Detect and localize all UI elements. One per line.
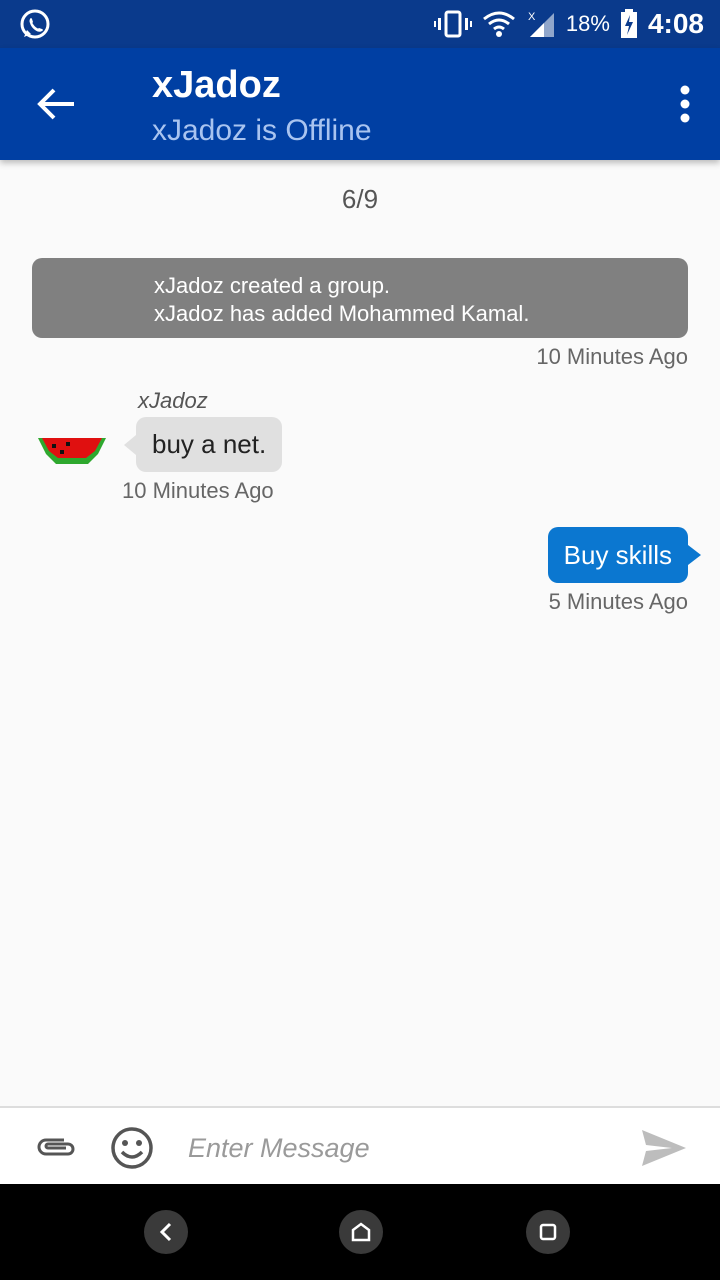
battery-charging-icon bbox=[620, 9, 637, 38]
system-message-line: xJadoz has added Mohammed Kamal. bbox=[154, 301, 530, 326]
incoming-message-time: 10 Minutes Ago bbox=[122, 478, 274, 503]
nav-home-icon bbox=[351, 1222, 371, 1242]
status-bar: X 18% 4:08 bbox=[0, 0, 720, 48]
whatsapp-icon bbox=[20, 9, 50, 39]
send-icon[interactable] bbox=[642, 1130, 686, 1166]
battery-percent: 18% bbox=[565, 11, 610, 36]
system-message-line: xJadoz created a group. bbox=[154, 273, 391, 298]
wifi-icon bbox=[482, 11, 515, 37]
chat-subtitle: xJadoz is Offline bbox=[152, 114, 372, 147]
message-composer bbox=[0, 1106, 720, 1186]
outgoing-message-text: Buy skills bbox=[563, 539, 672, 570]
nav-recents-button[interactable] bbox=[526, 1210, 570, 1254]
system-message: xJadoz created a group. xJadoz has added… bbox=[32, 258, 688, 338]
outgoing-message-bubble[interactable]: Buy skills bbox=[547, 527, 702, 583]
app-bar: xJadoz xJadoz is Offline bbox=[0, 48, 720, 160]
watermelon-icon[interactable] bbox=[38, 436, 106, 476]
status-right: X 18% 4:08 bbox=[433, 0, 704, 48]
signal-icon: X bbox=[528, 11, 554, 37]
nav-home-button[interactable] bbox=[339, 1210, 383, 1254]
svg-text:X: X bbox=[528, 11, 536, 23]
incoming-message-bubble[interactable]: buy a net. bbox=[123, 417, 283, 472]
system-navigation-bar bbox=[0, 1184, 720, 1280]
nav-back-button[interactable] bbox=[144, 1210, 188, 1254]
message-input[interactable] bbox=[188, 1126, 608, 1170]
clock: 4:08 bbox=[647, 8, 704, 39]
system-message-time: 10 Minutes Ago bbox=[536, 344, 688, 369]
incoming-message-text: buy a net. bbox=[152, 429, 267, 459]
chat-title: xJadoz bbox=[152, 64, 281, 106]
page-indicator: 6/9 bbox=[341, 184, 379, 214]
attachment-icon[interactable] bbox=[34, 1132, 78, 1162]
more-options-icon[interactable] bbox=[678, 84, 692, 124]
outgoing-message-time: 5 Minutes Ago bbox=[548, 589, 688, 614]
emoji-icon[interactable] bbox=[110, 1126, 154, 1170]
back-arrow-icon[interactable] bbox=[36, 86, 76, 122]
vibrate-icon bbox=[433, 10, 472, 38]
sender-name: xJadoz bbox=[138, 388, 208, 413]
nav-back-icon bbox=[159, 1222, 172, 1242]
nav-recents-icon bbox=[539, 1223, 557, 1241]
